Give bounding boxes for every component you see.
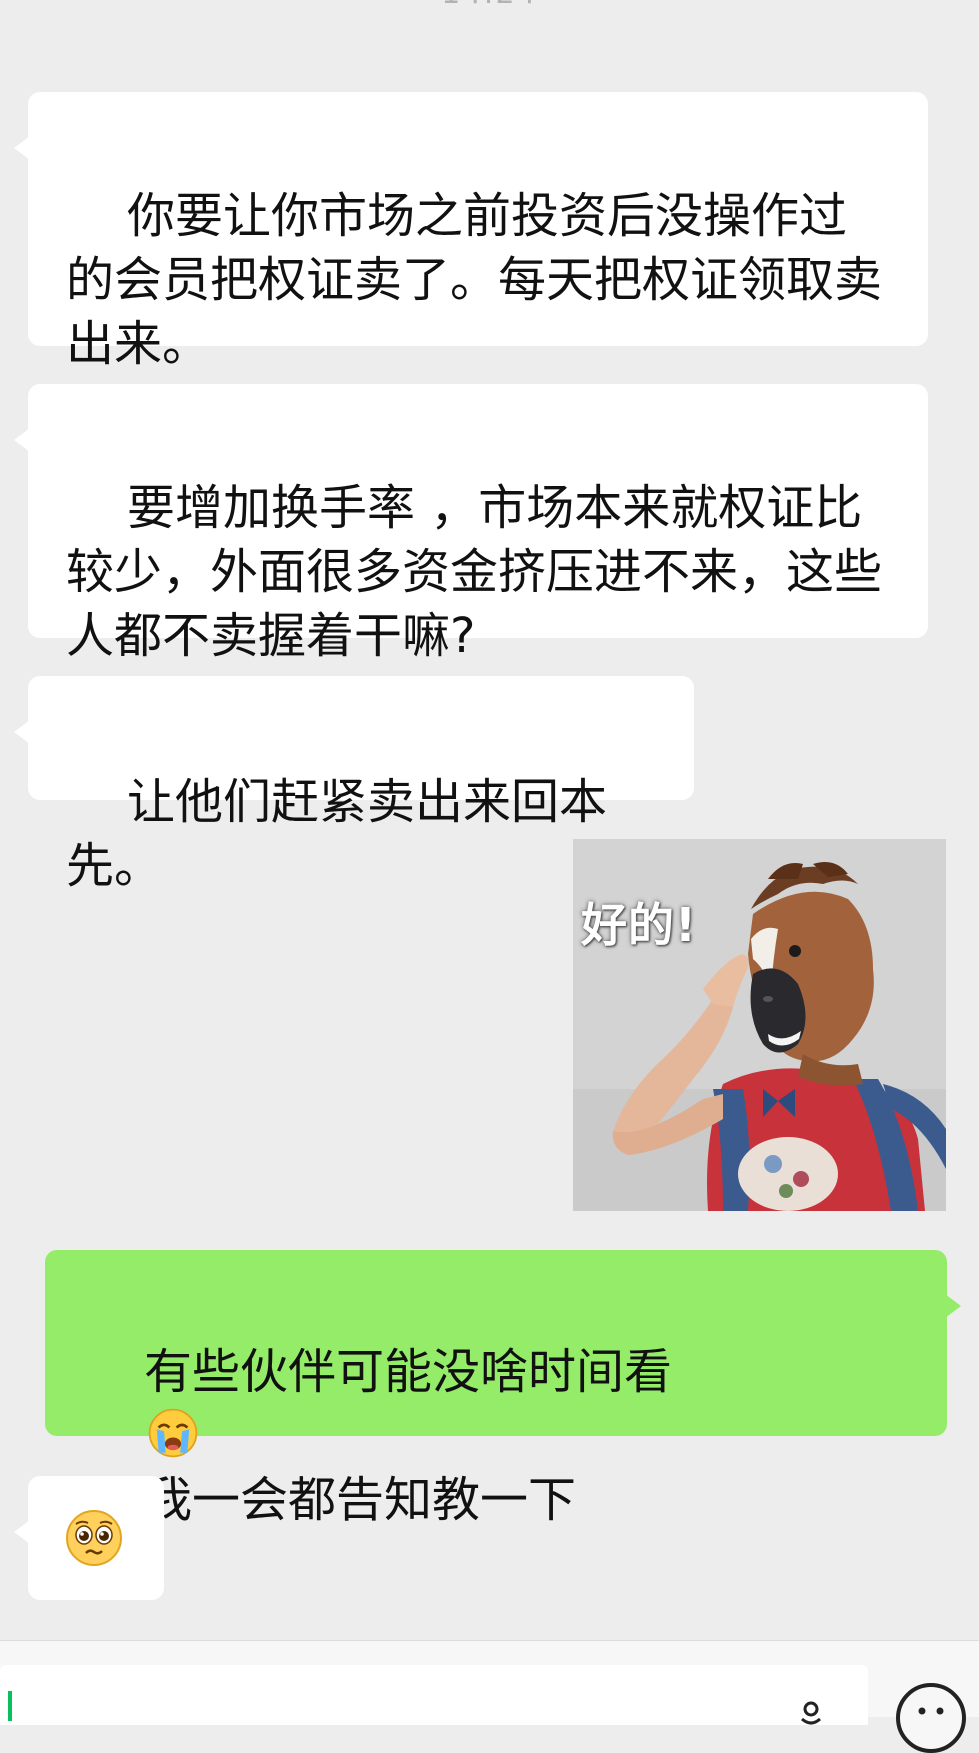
emoji-face-glyph [918, 1707, 944, 1715]
message-text: 你要让你市场之前投资后没操作过的会员把权证卖了。每天把权证领取卖出来。 [66, 188, 883, 372]
message-text: 让他们赶紧卖出来回本先。 [66, 774, 608, 894]
message-text: 要增加换手率 ，市场本来就权证比较少，外面很多资金挤压进不来，这些人都不卖握着干… [66, 480, 883, 664]
sticker-caption: 好的! [581, 898, 697, 952]
chat-screen: 14:24 你要让你市场之前投资后没操作过的会员把权证卖了。每天把权证领取卖出来… [0, 0, 979, 1753]
emoji-icon[interactable] [896, 1683, 966, 1753]
incoming-message[interactable]: 你要让你市场之前投资后没操作过的会员把权证卖了。每天把权证领取卖出来。 [14, 92, 928, 372]
incoming-message[interactable]: 要增加换手率 ，市场本来就权证比较少，外面很多资金挤压进不来，这些人都不卖握着干… [14, 384, 928, 664]
voice-icon[interactable] [796, 1699, 826, 1729]
saluting-horse-mask-sticker[interactable]: 好的! [573, 839, 946, 1211]
message-text-part2: 我一会都告知教一下 [144, 1472, 577, 1528]
outgoing-message[interactable]: 有些伙伴可能没啥时间看 我一会都告知教一下 [45, 1250, 961, 1528]
text-cursor [8, 1691, 12, 1721]
incoming-message[interactable]: 让他们赶紧卖出来回本先。 [14, 676, 694, 894]
incoming-emoji-message[interactable] [14, 1476, 164, 1600]
chat-input-bar [0, 1640, 979, 1753]
message-text-part1: 有些伙伴可能没啥时间看 [144, 1344, 673, 1400]
loudly-crying-emoji-icon [148, 1408, 198, 1458]
message-timestamp: 14:24 [0, 0, 979, 11]
message-input[interactable] [0, 1665, 868, 1725]
pleading-face-emoji-icon [66, 1510, 122, 1566]
